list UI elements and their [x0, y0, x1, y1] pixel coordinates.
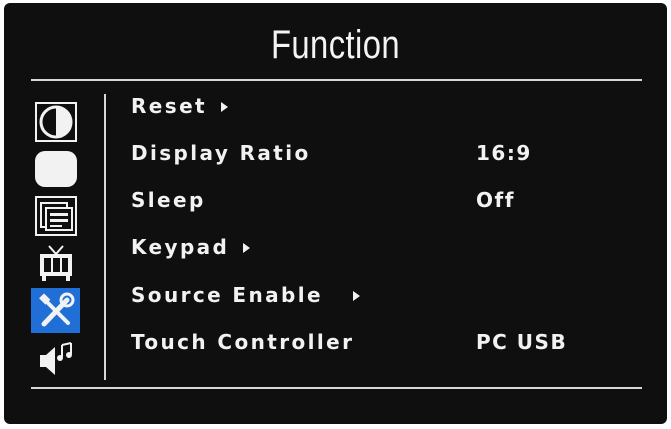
touch-controller-value[interactable]: PC USB — [476, 327, 567, 357]
menu-item-keypad[interactable]: Keypad — [131, 232, 251, 262]
menu-item-label: Sleep — [131, 188, 206, 212]
sleep-value[interactable]: Off — [476, 185, 515, 215]
sidebar-divider — [104, 94, 106, 380]
submenu-arrow-icon — [221, 101, 228, 112]
display-ratio-value[interactable]: 16:9 — [476, 138, 532, 168]
osd-screen: Function Reset Display Ratio 16:9 Sleep … — [4, 3, 667, 424]
submenu-arrow-icon — [352, 290, 360, 301]
submenu-arrow-icon — [243, 242, 251, 253]
menu-item-label: Keypad — [131, 235, 230, 259]
sidebar-item-function[interactable] — [31, 288, 80, 333]
menu-item-reset[interactable]: Reset — [131, 91, 228, 121]
menu-item-source-enable[interactable]: Source Enable — [131, 280, 360, 310]
menu-item-label: Reset — [131, 94, 207, 118]
sidebar-item-image[interactable] — [31, 146, 80, 191]
bottom-divider — [31, 387, 642, 389]
osd-settings-icon — [34, 195, 77, 236]
menu-item-label: Source Enable — [131, 283, 323, 307]
top-divider — [31, 79, 642, 81]
menu-title: Function — [270, 23, 401, 67]
sidebar-item-brightness[interactable] — [31, 99, 80, 144]
menu-item-label: Display Ratio — [131, 141, 311, 165]
audio-icon — [35, 339, 77, 379]
sidebar-item-tv[interactable] — [31, 240, 80, 285]
tv-icon — [35, 243, 77, 283]
image-shape-icon — [33, 149, 79, 189]
menu-item-label: Touch Controller — [131, 330, 355, 354]
sidebar-item-osd[interactable] — [31, 193, 80, 238]
brightness-contrast-icon — [34, 101, 77, 142]
sidebar-item-audio[interactable] — [31, 336, 80, 381]
tools-icon — [36, 292, 76, 330]
